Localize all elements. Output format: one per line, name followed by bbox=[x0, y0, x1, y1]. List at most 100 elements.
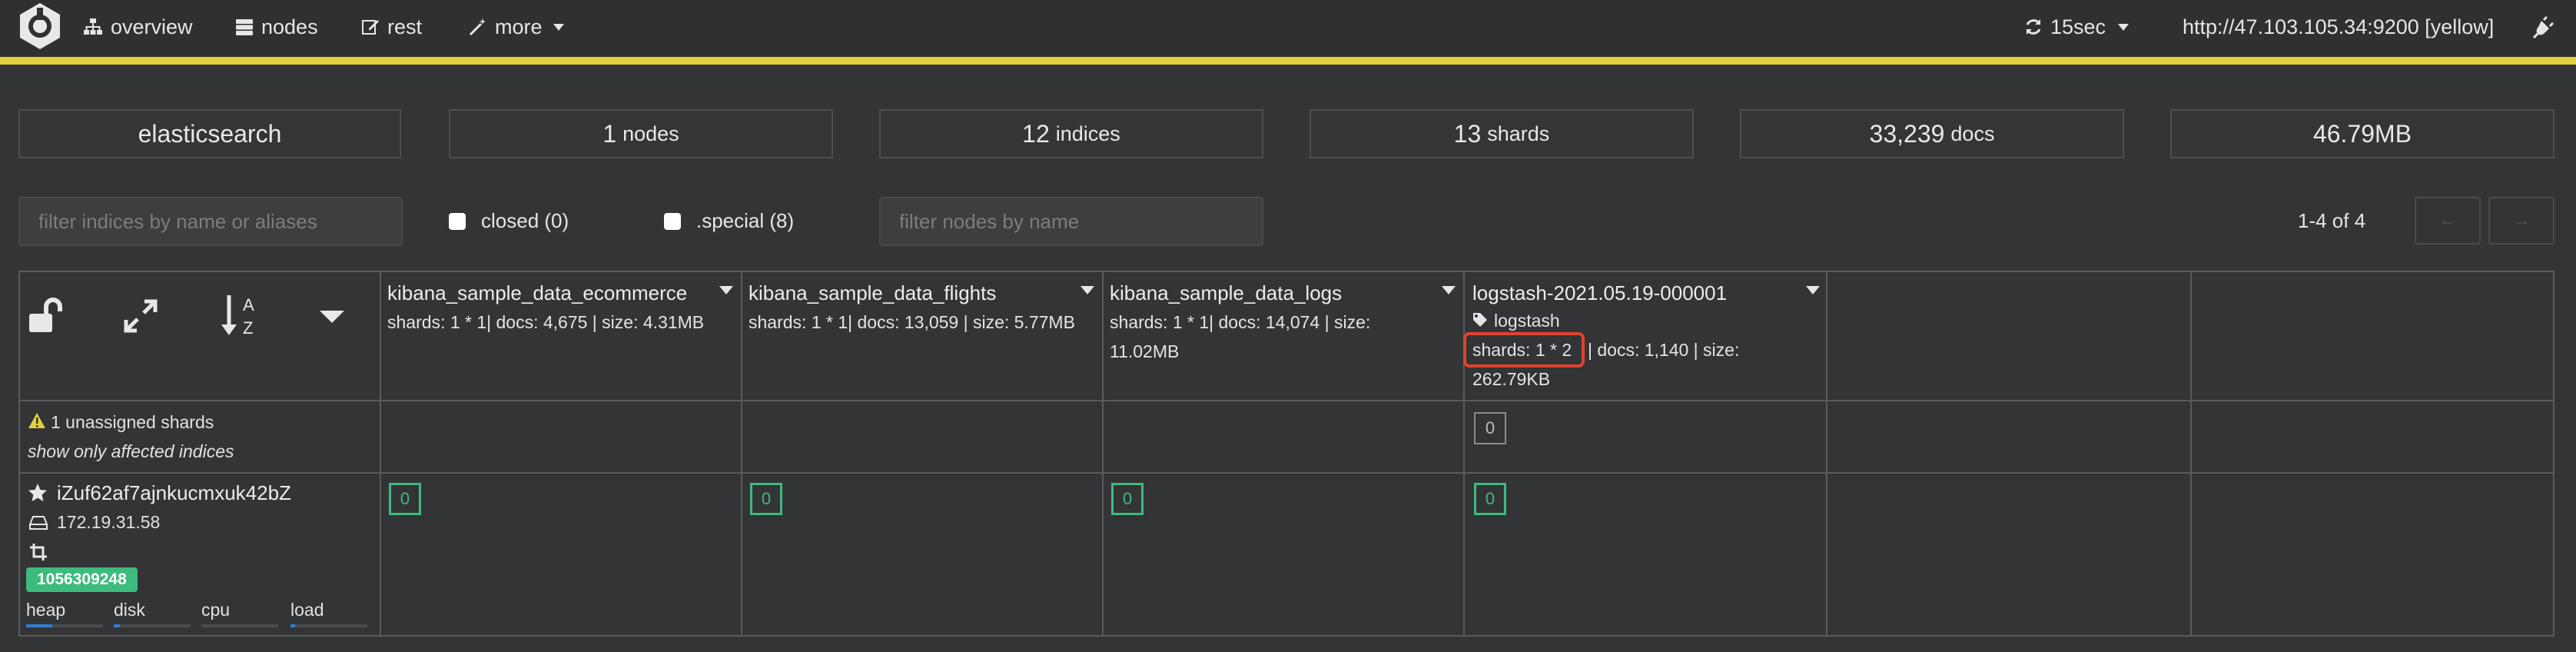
shards-count: 13 bbox=[1453, 119, 1482, 148]
refresh-interval-label: 15sec bbox=[2050, 15, 2106, 38]
refresh-icon bbox=[2026, 19, 2041, 35]
disk-metric-bar bbox=[114, 624, 191, 627]
index-menu-caret-icon[interactable] bbox=[1806, 286, 1820, 294]
hdd-icon bbox=[29, 516, 48, 530]
index-info: 11.02MB bbox=[1110, 341, 1180, 361]
unassigned-shard[interactable]: 0 bbox=[1474, 412, 1506, 444]
index-info: shards: 1 * 1| docs: 4,675 | size: 4.31M… bbox=[387, 312, 705, 332]
index-menu-caret-icon[interactable] bbox=[719, 286, 733, 294]
nav-more-label: more bbox=[495, 15, 543, 38]
node-ip: 172.19.31.58 bbox=[57, 512, 161, 532]
indices-stat-label: indices bbox=[1055, 121, 1120, 145]
nodes-stat-label: nodes bbox=[622, 121, 679, 145]
index-name[interactable]: logstash-2021.05.19-000001 bbox=[1472, 281, 1727, 305]
filter-nodes-placeholder: filter nodes by name bbox=[899, 209, 1080, 233]
index-info: | docs: 1,140 | size: bbox=[1588, 340, 1740, 360]
svg-text:Z: Z bbox=[243, 318, 253, 338]
tag-icon bbox=[1473, 313, 1487, 327]
index-name[interactable]: kibana_sample_data_ecommerce bbox=[387, 281, 687, 305]
node-name[interactable]: iZuf62af7ajnkucmxuk42bZ bbox=[57, 481, 291, 505]
cpu-metric-bar bbox=[201, 624, 278, 627]
indices-count: 12 bbox=[1022, 119, 1050, 148]
shards-stat-label: shards bbox=[1487, 121, 1550, 145]
prev-page-button[interactable]: ← bbox=[2415, 197, 2481, 244]
special-checkbox-label: .special (8) bbox=[696, 209, 795, 232]
cerebro-logo-icon[interactable] bbox=[15, 2, 65, 51]
show-affected-indices-link[interactable]: show only affected indices bbox=[28, 441, 234, 462]
nodes-count: 1 bbox=[603, 119, 617, 148]
index-name[interactable]: kibana_sample_data_flights bbox=[749, 281, 996, 305]
next-page-button[interactable]: → bbox=[2488, 197, 2554, 244]
disk-metric-fill bbox=[114, 624, 120, 627]
nav-rest-label: rest bbox=[387, 15, 423, 38]
closed-checkbox[interactable]: closed (0) bbox=[449, 209, 569, 233]
index-name[interactable]: kibana_sample_data_logs bbox=[1110, 281, 1342, 305]
pagination-text: 1-4 of 4 bbox=[2298, 209, 2366, 232]
column-divider bbox=[741, 271, 742, 637]
plug-disconnect-icon[interactable] bbox=[2533, 15, 2554, 38]
cluster-name-panel: elasticsearch bbox=[18, 109, 401, 158]
heap-metric-label: heap bbox=[26, 600, 66, 620]
docs-stat: 33,239 docs bbox=[1740, 109, 2124, 158]
nav-more-dropdown[interactable]: more bbox=[469, 0, 564, 54]
load-metric-label: load bbox=[290, 600, 324, 620]
node-badge: 1056309248 bbox=[26, 567, 138, 592]
row-divider bbox=[18, 472, 2554, 474]
filter-indices-placeholder: filter indices by name or aliases bbox=[38, 209, 317, 233]
nav-overview[interactable]: overview bbox=[83, 0, 193, 54]
cluster-health-bar bbox=[0, 57, 2576, 65]
column-divider bbox=[380, 271, 381, 637]
column-divider bbox=[1826, 271, 1827, 637]
server-icon bbox=[236, 19, 253, 35]
cpu-metric-label: cpu bbox=[201, 600, 231, 620]
assigned-shard[interactable]: 0 bbox=[750, 483, 782, 515]
sitemap-icon bbox=[84, 18, 102, 35]
index-info: shards: 1 * 1| docs: 13,059 | size: 5.77… bbox=[749, 312, 1075, 332]
heap-metric-fill bbox=[26, 624, 52, 627]
expand-icon[interactable] bbox=[123, 298, 158, 334]
load-metric-bar bbox=[290, 624, 367, 627]
column-divider bbox=[2190, 271, 2192, 637]
index-info: shards: 1 * 1| docs: 14,074 | size: bbox=[1110, 312, 1371, 332]
sort-alpha-icon[interactable]: AZ bbox=[220, 294, 261, 338]
disk-metric-label: disk bbox=[114, 600, 145, 620]
total-size: 46.79MB bbox=[2312, 119, 2412, 148]
index-menu-caret-icon[interactable] bbox=[1442, 286, 1456, 294]
highlight-annotation bbox=[1463, 332, 1585, 368]
assigned-shard[interactable]: 0 bbox=[1111, 483, 1144, 515]
index-info: 262.79KB bbox=[1472, 369, 1551, 389]
nav-overview-label: overview bbox=[111, 15, 193, 38]
closed-checkbox-box[interactable] bbox=[449, 212, 466, 230]
assigned-shard[interactable]: 0 bbox=[389, 483, 421, 515]
cluster-url[interactable]: http://47.103.105.34:9200 [yellow] bbox=[2183, 0, 2494, 54]
special-checkbox[interactable]: .special (8) bbox=[664, 209, 794, 233]
assigned-shard[interactable]: 0 bbox=[1474, 483, 1506, 515]
cluster-url-label: http://47.103.105.34:9200 [yellow] bbox=[2183, 15, 2495, 38]
column-divider bbox=[1463, 271, 1465, 637]
crop-icon bbox=[30, 544, 47, 561]
docs-stat-label: docs bbox=[1950, 121, 1995, 145]
magic-wand-icon bbox=[469, 18, 486, 36]
caret-down-icon bbox=[553, 23, 564, 31]
unassigned-shards-label: 1 unassigned shards bbox=[51, 412, 214, 432]
nodes-stat: 1 nodes bbox=[449, 109, 833, 158]
caret-down-icon bbox=[2118, 23, 2130, 31]
caret-down-icon[interactable] bbox=[320, 311, 344, 323]
nav-rest[interactable]: rest bbox=[361, 0, 422, 54]
shards-stat: 13 shards bbox=[1310, 109, 1694, 158]
nav-nodes[interactable]: nodes bbox=[235, 0, 318, 54]
star-icon bbox=[28, 484, 47, 501]
refresh-interval-dropdown[interactable]: 15sec bbox=[2024, 0, 2130, 54]
svg-text:A: A bbox=[243, 295, 254, 314]
cluster-name: elasticsearch bbox=[138, 119, 282, 148]
load-metric-fill bbox=[290, 624, 295, 627]
filter-nodes-input[interactable]: filter nodes by name bbox=[879, 197, 1263, 246]
special-checkbox-box[interactable] bbox=[664, 212, 681, 230]
row-divider bbox=[18, 400, 2554, 401]
filter-indices-input[interactable]: filter indices by name or aliases bbox=[18, 197, 403, 246]
edit-icon bbox=[362, 20, 379, 35]
size-stat: 46.79MB bbox=[2170, 109, 2554, 158]
index-alias[interactable]: logstash bbox=[1494, 306, 1560, 335]
index-menu-caret-icon[interactable] bbox=[1081, 286, 1094, 294]
unlock-icon[interactable] bbox=[28, 297, 66, 335]
